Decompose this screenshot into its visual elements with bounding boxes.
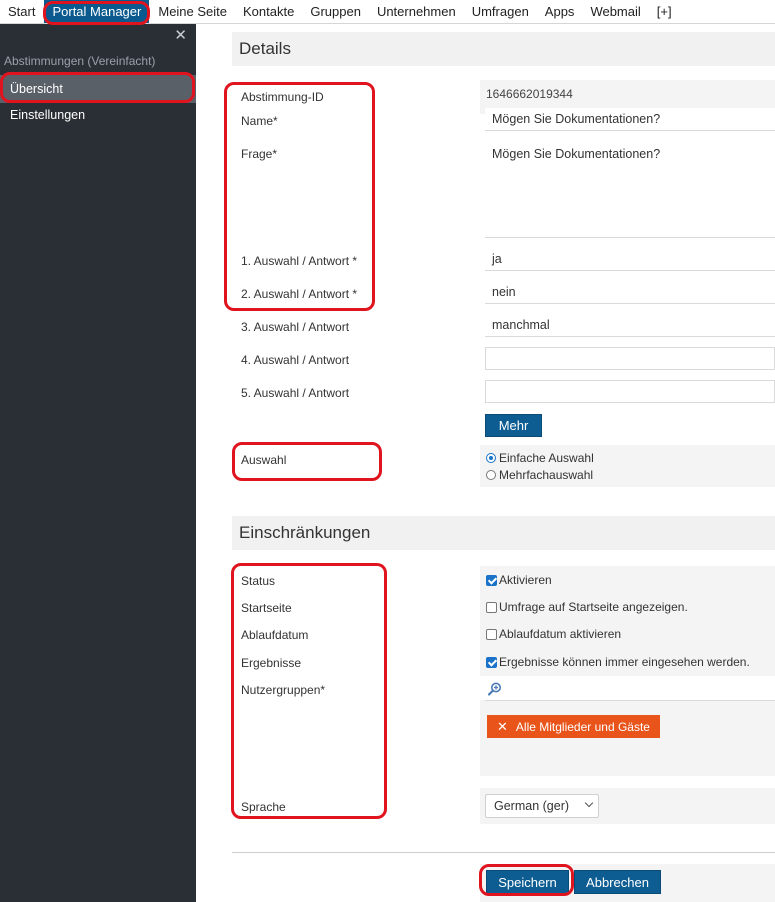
groups-label: Nutzergruppen* (241, 683, 326, 697)
nav-unternehmen[interactable]: Unternehmen (369, 0, 464, 23)
language-select[interactable]: German (ger) (485, 794, 599, 818)
answer-2-value: nein (492, 285, 516, 299)
status-label: Status (241, 574, 276, 588)
divider (232, 852, 775, 853)
answer-5-label: 5. Auswahl / Antwort (241, 386, 350, 400)
name-input-value: Mögen Sie Dokumentationen? (492, 112, 661, 126)
answer-4-input[interactable] (485, 347, 775, 370)
expiry-checkbox-label: Ablaufdatum aktivieren (499, 627, 622, 641)
radio-icon[interactable] (486, 470, 496, 480)
group-tag-label: Alle Mitglieder und Gäste (515, 719, 650, 734)
top-navigation: Start Portal Manager Meine Seite Kontakt… (0, 0, 775, 24)
groups-search-input[interactable] (485, 678, 775, 701)
question-label: Frage* (241, 147, 278, 161)
save-button[interactable]: Speichern (486, 870, 569, 894)
answer-5-input[interactable] (485, 380, 775, 403)
name-input[interactable]: Mögen Sie Dokumentationen? (485, 108, 775, 131)
answer-1-input[interactable]: ja (485, 248, 775, 271)
nav-kontakte[interactable]: Kontakte (235, 0, 302, 23)
sidebar-item-einstellungen[interactable]: Einstellungen (0, 101, 196, 129)
sidebar: ✕ Abstimmungen (Vereinfacht) Übersicht E… (0, 24, 196, 902)
search-zoom-icon[interactable] (487, 681, 503, 697)
sidebar-item-uebersicht[interactable]: Übersicht (0, 75, 196, 103)
radio-single-choice[interactable]: Einfache Auswahl (486, 451, 594, 465)
details-heading: Details (232, 32, 775, 66)
checkbox-checked-icon[interactable] (486, 574, 497, 586)
nav-more[interactable]: [+] (649, 0, 680, 23)
answer-1-label: 1. Auswahl / Antwort * (241, 254, 358, 268)
nav-webmail[interactable]: Webmail (582, 0, 648, 23)
answer-3-value: manchmal (492, 318, 550, 332)
cancel-button[interactable]: Abbrechen (574, 870, 661, 894)
language-select-value: German (ger) (494, 799, 570, 813)
answer-1-value: ja (492, 252, 502, 266)
choice-label: Auswahl (241, 453, 287, 467)
nav-portal-manager[interactable]: Portal Manager (44, 0, 150, 23)
results-checkbox-row[interactable]: Ergebnisse können immer eingesehen werde… (486, 655, 750, 669)
question-textarea[interactable]: Mögen Sie Dokumentationen? (485, 141, 775, 238)
checkbox-icon[interactable] (486, 601, 497, 613)
nav-umfragen[interactable]: Umfragen (464, 0, 537, 23)
answer-2-input[interactable]: nein (485, 281, 775, 304)
status-checkbox-label: Aktivieren (499, 573, 552, 587)
radio-multiple-choice[interactable]: Mehrfachauswahl (486, 468, 593, 482)
results-checkbox-label: Ergebnisse können immer eingesehen werde… (499, 655, 750, 669)
radio-icon-selected[interactable] (486, 453, 496, 463)
nav-apps[interactable]: Apps (537, 0, 583, 23)
answer-3-input[interactable]: manchmal (485, 314, 775, 337)
startpage-label: Startseite (241, 601, 292, 615)
group-tag[interactable]: ✕ Alle Mitglieder und Gäste (487, 715, 660, 738)
checkbox-icon[interactable] (486, 628, 497, 640)
sidebar-section-label: Abstimmungen (Vereinfacht) (4, 54, 156, 68)
question-textarea-value: Mögen Sie Dokumentationen? (492, 147, 661, 161)
close-icon[interactable]: ✕ (174, 26, 187, 44)
value-bg (480, 700, 775, 776)
remove-tag-icon[interactable]: ✕ (497, 719, 508, 735)
answer-2-label: 2. Auswahl / Antwort * (241, 287, 358, 301)
radio-single-label: Einfache Auswahl (499, 451, 594, 465)
startpage-checkbox-row[interactable]: Umfrage auf Startseite angezeigen. (486, 600, 688, 614)
chevron-down-icon (584, 798, 594, 808)
nav-meine-seite[interactable]: Meine Seite (150, 0, 235, 23)
nav-start[interactable]: Start (0, 0, 43, 23)
results-label: Ergebnisse (241, 656, 302, 670)
startpage-checkbox-label: Umfrage auf Startseite angezeigen. (499, 600, 688, 614)
expiry-label: Ablaufdatum (241, 628, 309, 642)
answer-3-label: 3. Auswahl / Antwort (241, 320, 350, 334)
restrictions-heading: Einschränkungen (232, 516, 775, 550)
id-label: Abstimmung-ID (241, 90, 324, 104)
nav-gruppen[interactable]: Gruppen (302, 0, 369, 23)
status-checkbox-row[interactable]: Aktivieren (486, 573, 552, 587)
answer-4-label: 4. Auswahl / Antwort (241, 353, 350, 367)
language-label: Sprache (241, 800, 286, 814)
name-label: Name* (241, 114, 278, 128)
id-value: 1646662019344 (486, 87, 573, 101)
expiry-checkbox-row[interactable]: Ablaufdatum aktivieren (486, 627, 621, 641)
checkbox-checked-icon[interactable] (486, 656, 497, 668)
more-button[interactable]: Mehr (485, 414, 542, 437)
radio-multiple-label: Mehrfachauswahl (499, 468, 594, 482)
